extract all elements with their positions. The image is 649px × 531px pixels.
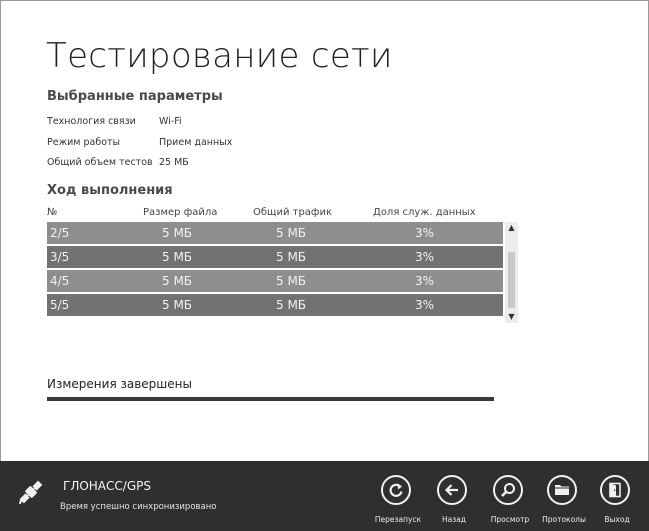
cell-number: 3/5	[50, 250, 70, 264]
progress-bar-fill	[47, 397, 494, 401]
column-header-total-traffic: Общий трафик	[253, 207, 333, 218]
cell-total-traffic: 5 МБ	[276, 274, 307, 288]
table-row[interactable]: 5/5 5 МБ 5 МБ 3%	[47, 294, 503, 316]
magnifier-icon	[501, 483, 515, 497]
param-label: Общий объем тестов	[47, 157, 153, 168]
cell-file-size: 5 МБ	[162, 250, 193, 264]
status-text: Измерения завершены	[47, 377, 192, 391]
cell-number: 2/5	[50, 226, 70, 240]
scroll-thumb[interactable]	[508, 252, 515, 308]
param-value: Wi-Fi	[159, 116, 182, 127]
param-row-volume: Общий объем тестов 25 МБ	[47, 157, 189, 168]
protocols-button[interactable]: Протоколы	[537, 473, 591, 531]
back-button[interactable]: Назад	[427, 473, 481, 531]
param-row-technology: Технология связи Wi-Fi	[47, 116, 182, 127]
scroll-up-arrow-icon[interactable]: ▲	[505, 222, 518, 234]
results-table: 2/5 5 МБ 5 МБ 3% 3/5 5 МБ 5 МБ 3% 4/5 5 …	[47, 222, 503, 318]
column-header-service-share: Доля служ. данных	[373, 207, 476, 218]
cell-service-share: 3%	[415, 226, 435, 240]
progress-bar	[47, 397, 494, 401]
cell-total-traffic: 5 МБ	[276, 226, 307, 240]
cell-file-size: 5 МБ	[162, 274, 193, 288]
cell-file-size: 5 МБ	[162, 226, 193, 240]
cell-service-share: 3%	[415, 298, 435, 312]
params-heading: Выбранные параметры	[47, 89, 223, 104]
param-value: Прием данных	[159, 137, 233, 148]
param-value: 25 МБ	[159, 157, 189, 168]
cell-number: 4/5	[50, 274, 70, 288]
cell-number: 5/5	[50, 298, 70, 312]
restart-button[interactable]: Перезапуск	[371, 473, 425, 531]
progress-heading: Ход выполнения	[47, 183, 173, 198]
param-label: Технология связи	[47, 116, 136, 127]
param-label: Режим работы	[47, 137, 121, 148]
refresh-icon	[389, 483, 403, 497]
app-bar: ГЛОНАСС/GPS Время успешно синхронизирова…	[0, 461, 649, 531]
cell-total-traffic: 5 МБ	[276, 250, 307, 264]
view-button[interactable]: Просмотр	[483, 473, 537, 531]
satellite-icon	[19, 480, 43, 505]
gps-title: ГЛОНАСС/GPS	[63, 479, 151, 493]
table-scrollbar[interactable]: ▲ ▼	[505, 222, 518, 323]
arrow-left-icon	[444, 484, 458, 496]
table-row[interactable]: 4/5 5 МБ 5 МБ 3%	[47, 270, 503, 292]
cell-file-size: 5 МБ	[162, 298, 193, 312]
folder-icon	[555, 485, 569, 495]
exit-door-icon	[609, 482, 621, 498]
table-row[interactable]: 2/5 5 МБ 5 МБ 3%	[47, 222, 503, 244]
cell-service-share: 3%	[415, 274, 435, 288]
table-row[interactable]: 3/5 5 МБ 5 МБ 3%	[47, 246, 503, 268]
exit-button-label: Выход	[604, 515, 630, 524]
cell-service-share: 3%	[415, 250, 435, 264]
cell-total-traffic: 5 МБ	[276, 298, 307, 312]
exit-button[interactable]: Выход	[590, 473, 644, 531]
gps-status: Время успешно синхронизировано	[60, 502, 217, 512]
scroll-down-arrow-icon[interactable]: ▼	[505, 311, 518, 323]
table-header: № Размер файла Общий трафик Доля служ. д…	[47, 207, 502, 221]
page-title: Тестирование сети	[46, 36, 393, 76]
column-header-file-size: Размер файла	[143, 207, 218, 218]
param-row-mode: Режим работы Прием данных	[47, 137, 232, 148]
column-header-number: №	[47, 207, 58, 218]
